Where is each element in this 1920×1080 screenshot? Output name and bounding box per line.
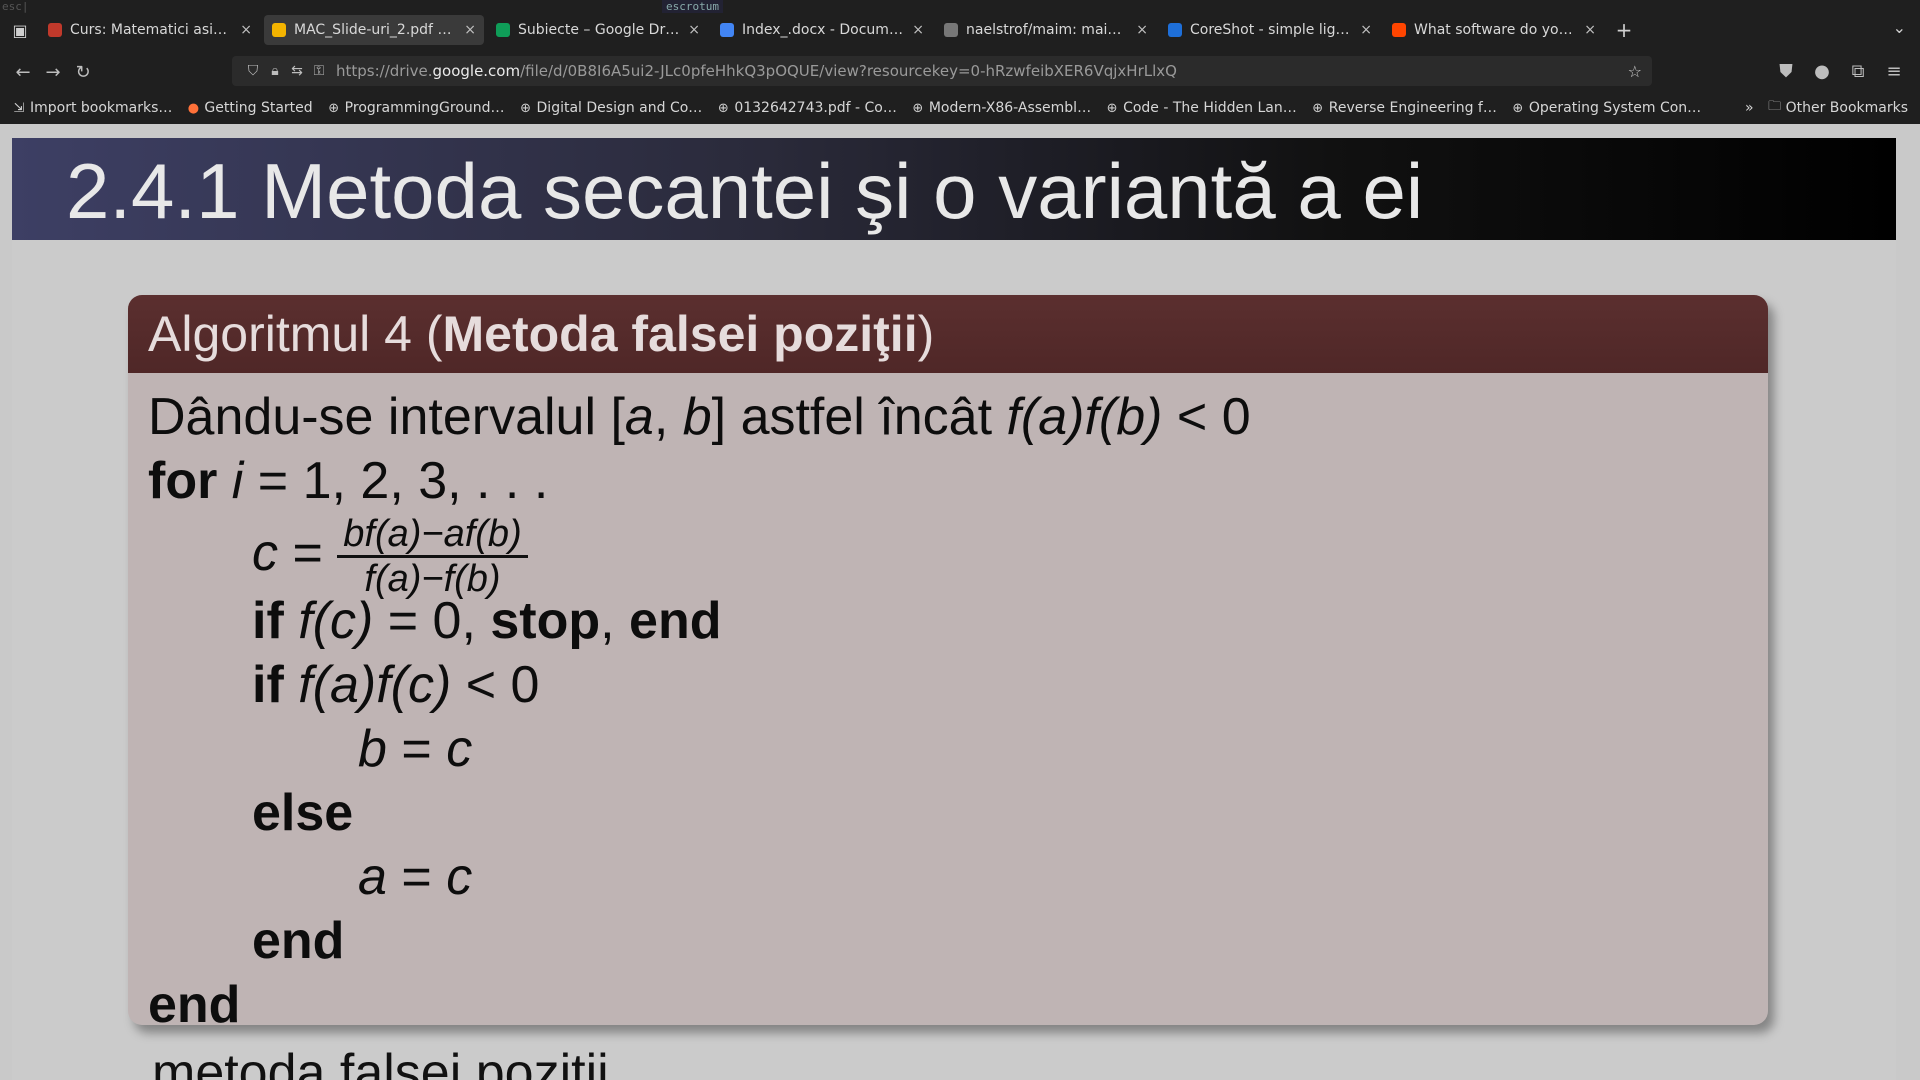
tab-5[interactable]: naelstrof/maim: maim (m × [936, 15, 1156, 45]
back-icon[interactable]: ← [8, 57, 38, 87]
url-bar[interactable]: ⛉ 🔒︎ ⇆ ⚿ https://drive.google.com/file/d… [232, 56, 1652, 86]
slide-bottom-text: metoda falsei poziţii ... ... ... ... ..… [152, 1044, 1129, 1080]
lock-icon[interactable]: 🔒︎ [264, 63, 286, 79]
shield-icon[interactable]: ⛉ [242, 63, 264, 79]
account-icon[interactable]: ● [1804, 56, 1840, 86]
algo-line-1: Dându-se intervalul [a, b] astfel încât … [148, 388, 1251, 446]
algo-line-if-stop: if f(c) = 0, stop, end [252, 592, 722, 650]
star-icon[interactable]: ☆ [1628, 62, 1642, 81]
tab-3[interactable]: Subiecte – Google Drive × [488, 15, 708, 45]
globe-icon: ⊕ [1512, 100, 1524, 116]
algo-line-a-eq-c: a = c [358, 848, 473, 906]
browser-chrome: esc| escrotum ▣ Curs: Matematici asistat… [0, 0, 1920, 124]
tab-2[interactable]: MAC_Slide-uri_2.pdf - Go × [264, 15, 484, 45]
tab-1[interactable]: Curs: Matematici asistate × [40, 15, 260, 45]
url-text[interactable]: https://drive.google.com/file/d/0B8I6A5u… [336, 62, 1177, 80]
algo-line-if-sign: if f(a)f(c) < 0 [252, 656, 540, 714]
close-icon[interactable]: × [464, 22, 476, 38]
globe-icon: ⊕ [1312, 100, 1324, 116]
tab-favicon [496, 23, 510, 37]
globe-icon: ⊕ [912, 100, 924, 116]
firefox-icon: ● [187, 100, 200, 116]
close-icon[interactable]: × [688, 22, 700, 38]
menu-icon[interactable]: ≡ [1876, 56, 1912, 86]
bookmark-getting-started[interactable]: ● Getting Started [186, 100, 313, 116]
tab-favicon [272, 23, 286, 37]
close-icon[interactable]: × [1136, 22, 1148, 38]
tab-strip: ▣ Curs: Matematici asistate × MAC_Slide-u… [0, 10, 1920, 50]
tab-favicon [944, 23, 958, 37]
block-title: Algoritmul 4 (Metoda falsei poziţii) [128, 295, 1768, 373]
tab-favicon [1392, 23, 1406, 37]
key-icon[interactable]: ⚿ [308, 63, 330, 79]
algo-line-b-eq-c: b = c [358, 720, 473, 778]
reload-icon[interactable]: ↻ [68, 57, 98, 87]
pdf-slide: 2.4.1 Metoda secantei şi o variantă a ei… [12, 138, 1896, 1080]
algorithm-body: Dându-se intervalul [a, b] astfel încât … [128, 373, 1768, 1025]
pocket-icon[interactable]: ⛊ [1768, 56, 1804, 86]
tab-favicon [48, 23, 62, 37]
nav-bar: ← → ↻ ⛉ 🔒︎ ⇆ ⚿ https://drive.google.com/… [0, 56, 1920, 88]
folder-icon: 🗀 [1768, 99, 1782, 114]
permissions-icon[interactable]: ⇆ [286, 63, 308, 79]
algo-line-for: for i = 1, 2, 3, . . . [148, 452, 549, 510]
extensions-icon[interactable]: ⧉ [1840, 56, 1876, 86]
globe-icon: ⊕ [328, 100, 340, 116]
algo-line-else: else [252, 784, 354, 842]
bookmark-2[interactable]: ⊕ ProgrammingGround… [327, 100, 504, 116]
fraction: bf(a)−af(b) f(a)−f(b) [337, 513, 528, 600]
close-icon[interactable]: × [1360, 22, 1372, 38]
tab-6[interactable]: CoreShot - simple lightw × [1160, 15, 1380, 45]
bookmark-8[interactable]: ⊕ Operating System Con… [1511, 100, 1701, 116]
tab-favicon [1168, 23, 1182, 37]
bookmark-3[interactable]: ⊕ Digital Design and Co… [519, 100, 702, 116]
close-icon[interactable]: × [240, 22, 252, 38]
globe-icon: ⊕ [1106, 100, 1118, 116]
bookmark-other[interactable]: 🗀 Other Bookmarks [1768, 97, 1908, 119]
globe-icon: ⊕ [520, 100, 531, 116]
tab-favicon [720, 23, 734, 37]
forward-icon[interactable]: → [38, 57, 68, 87]
tab-7[interactable]: What software do you gu × [1384, 15, 1604, 45]
new-tab-button[interactable]: + [1608, 14, 1640, 46]
slide-title: 2.4.1 Metoda secantei şi o variantă a ei [66, 147, 1424, 235]
algo-line-end-inner: end [252, 912, 345, 970]
bookmarks-overflow-icon[interactable]: » [1745, 100, 1754, 116]
bookmark-5[interactable]: ⊕ Modern-X86-Assembl… [911, 100, 1091, 116]
algorithm-block: Algoritmul 4 (Metoda falsei poziţii) Dân… [128, 295, 1768, 1025]
tab-list-icon[interactable]: ▣ [0, 10, 40, 50]
import-icon: ⇲ [13, 100, 25, 116]
algo-line-c: c = bf(a)−af(b) f(a)−f(b) [148, 513, 1768, 600]
algo-line-end-outer: end [148, 976, 241, 1025]
close-icon[interactable]: × [1584, 22, 1596, 38]
chevron-down-icon[interactable]: ⌄ [1893, 18, 1906, 37]
bookmark-7[interactable]: ⊕ Reverse Engineering f… [1311, 100, 1497, 116]
bookmarks-bar: ⇲ Import bookmarks… ● Getting Started ⊕ Pro… [0, 96, 1920, 120]
bookmark-4[interactable]: ⊕ 0132642743.pdf - Co… [716, 100, 897, 116]
tab-4[interactable]: Index_.docx - Documente × [712, 15, 932, 45]
bookmark-import[interactable]: ⇲ Import bookmarks… [12, 100, 173, 116]
slide-header: 2.4.1 Metoda secantei şi o variantă a ei [12, 138, 1896, 240]
bookmark-6[interactable]: ⊕ Code - The Hidden Lan… [1105, 100, 1297, 116]
globe-icon: ⊕ [717, 100, 729, 116]
close-icon[interactable]: × [912, 22, 924, 38]
